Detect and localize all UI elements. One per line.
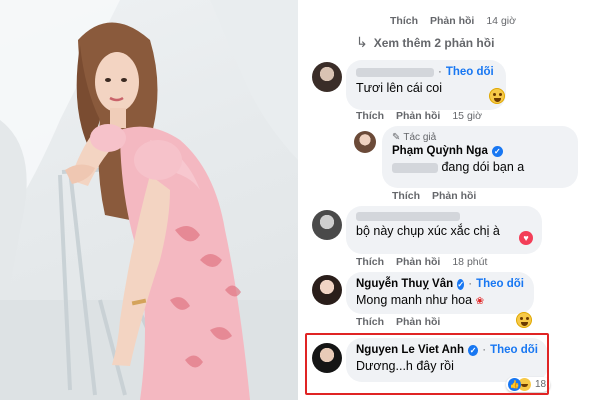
commenter-name-label: Phạm Quỳnh Nga bbox=[392, 145, 488, 157]
comment-meta-2: Thích Phản hồi bbox=[392, 190, 488, 202]
heart-icon: ♥ bbox=[519, 231, 533, 245]
comment-bubble-1: · Theo dõi Tươi lên cái coi bbox=[346, 60, 506, 110]
reply-action[interactable]: Phản hồi bbox=[430, 15, 474, 27]
comment-bubble-3: bộ này chụp xúc xắc chị à bbox=[346, 206, 542, 254]
avatar[interactable] bbox=[312, 210, 342, 240]
follow-button[interactable]: Theo dõi bbox=[476, 278, 524, 290]
author-tag: ✎ Tác giả bbox=[392, 132, 568, 143]
commenter-name[interactable]: · Theo dõi bbox=[356, 66, 496, 78]
comment-text: Mong manh như hoa ❀ bbox=[356, 293, 524, 307]
reply-action[interactable]: Phản hồi bbox=[396, 110, 440, 122]
view-more-replies-link[interactable]: ↳ Xem thêm 2 phản hồi bbox=[356, 34, 494, 51]
author-tag-label: Tác giả bbox=[403, 132, 437, 143]
reply-action[interactable]: Phản hồi bbox=[432, 190, 476, 202]
comment-bubble-2: ✎ Tác giả Phạm Quỳnh Nga ✓ đang dói bạn … bbox=[382, 126, 578, 188]
comment-text: bộ này chụp xúc xắc chị à bbox=[356, 224, 532, 238]
comment-text-visible: bộ này chụp xúc xắc chị à bbox=[356, 224, 500, 238]
comment-meta-1: Thích Phản hồi 15 giờ bbox=[356, 110, 482, 122]
like-action[interactable]: Thích bbox=[356, 256, 384, 268]
avatar[interactable] bbox=[354, 131, 376, 153]
comment-text: đang dói bạn a bbox=[392, 160, 568, 174]
commenter-name[interactable]: Phạm Quỳnh Nga ✓ bbox=[392, 145, 568, 157]
reply-action[interactable]: Phản hồi bbox=[396, 316, 440, 328]
like-action[interactable]: Thích bbox=[356, 110, 384, 122]
flower-icon: ❀ bbox=[475, 296, 484, 307]
comment-text: Tươi lên cái coi bbox=[356, 81, 443, 95]
avatar[interactable] bbox=[312, 62, 342, 92]
commenter-name[interactable] bbox=[356, 212, 532, 221]
comment-time: 15 giờ bbox=[452, 110, 482, 122]
comment-meta-3: Thích Phản hồi 18 phút bbox=[356, 256, 487, 268]
like-icon: 👍 bbox=[508, 378, 521, 391]
reply-action[interactable]: Phản hồi bbox=[396, 256, 440, 268]
avatar[interactable] bbox=[312, 275, 342, 305]
woman-photo bbox=[0, 0, 298, 400]
comment-text-visible: đang dói bạn a bbox=[441, 160, 525, 174]
comment-bubble-4: Nguyễn Thuỵ Vân ✓ · Theo dõi Mong manh n… bbox=[346, 272, 534, 314]
woman-photo-illustration bbox=[0, 0, 298, 400]
comment-time: 18 phút bbox=[452, 256, 488, 268]
view-more-replies-label: Xem thêm 2 phản hồi bbox=[373, 35, 495, 50]
comment-text-visible: Mong manh như hoa bbox=[356, 293, 473, 307]
comment-meta-top: Thích Phản hồi 14 giờ bbox=[390, 15, 516, 27]
blurred-name bbox=[356, 67, 434, 77]
blurred-mention bbox=[392, 162, 438, 173]
separator-dot: · bbox=[438, 66, 442, 78]
like-action[interactable]: Thích bbox=[390, 15, 418, 27]
comment-time: 14 giờ bbox=[486, 15, 516, 27]
blurred-name bbox=[356, 212, 460, 221]
separator-dot: · bbox=[468, 278, 473, 290]
like-action[interactable]: Thích bbox=[392, 190, 420, 202]
haha-emoji-icon bbox=[489, 88, 505, 104]
screenshot-root: Thích Phản hồi 14 giờ ↳ Xem thêm 2 phản … bbox=[0, 0, 600, 400]
commenter-name[interactable]: Nguyễn Thuỵ Vân ✓ · Theo dõi bbox=[356, 278, 524, 290]
follow-button[interactable]: Theo dõi bbox=[446, 66, 494, 78]
commenter-name-label: Nguyễn Thuỵ Vân bbox=[356, 278, 454, 290]
verified-badge-icon: ✓ bbox=[491, 145, 503, 157]
reply-arrow-icon: ↳ bbox=[356, 34, 368, 50]
verified-badge-icon: ✓ bbox=[457, 278, 465, 290]
comment-meta-4: Thích Phản hồi bbox=[356, 316, 452, 328]
haha-emoji-icon bbox=[516, 312, 532, 328]
pen-icon: ✎ bbox=[392, 132, 401, 143]
like-action[interactable]: Thích bbox=[356, 316, 384, 328]
